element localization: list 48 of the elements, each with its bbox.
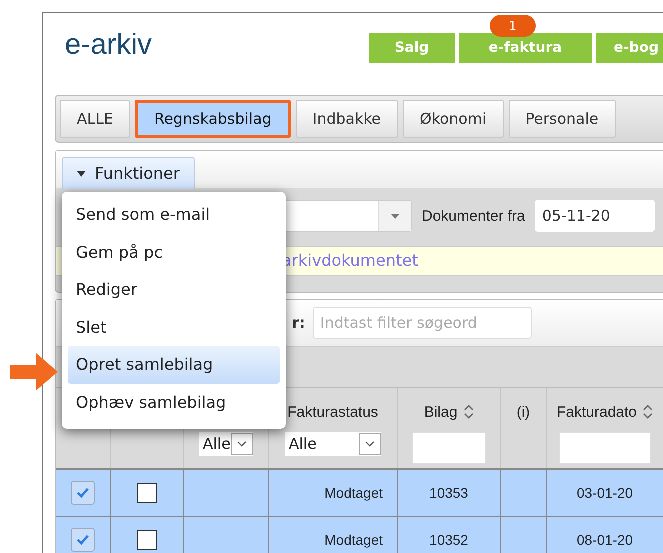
table-cell: 10353	[430, 485, 468, 501]
pointer-arrow	[10, 353, 58, 391]
column-filter-field[interactable]	[559, 432, 651, 464]
menu-item[interactable]: Ophæv samlebilag	[68, 384, 280, 421]
menu-item[interactable]: Gem på pc	[68, 234, 280, 271]
table-row[interactable]: Modtaget 10352 08-01-20	[56, 517, 663, 553]
dropdown-icon	[390, 214, 400, 218]
functions-button[interactable]: Funktioner	[62, 157, 195, 189]
menu-item[interactable]: Slet	[68, 308, 280, 346]
table-cell: Modtaget	[324, 485, 383, 501]
column-header: Fakturadato	[556, 404, 638, 420]
column-filter-field[interactable]	[412, 432, 486, 464]
checkmark-icon	[76, 534, 90, 546]
sort-icon[interactable]	[643, 405, 654, 419]
menu-item[interactable]: Send som e-mail	[68, 196, 280, 234]
caret-icon	[77, 170, 86, 176]
table-cell: 08-01-20	[576, 532, 634, 548]
count-badge: 1	[490, 15, 536, 37]
menu-item[interactable]: Rediger	[68, 271, 280, 308]
column-header: Fakturastatus	[288, 404, 378, 420]
column-header: Bilag	[424, 404, 458, 420]
info-text: arkivdokumentet	[282, 251, 418, 270]
checkbox[interactable]	[137, 530, 157, 550]
date-label: Dokumenter fra	[422, 208, 526, 224]
column-filter-select[interactable]: Alle	[285, 432, 381, 456]
menu-item[interactable]: Opret samlebilag	[68, 346, 280, 384]
table-row[interactable]: Modtaget 10353 03-01-20	[56, 470, 663, 517]
tab[interactable]: ALLE	[60, 100, 130, 138]
filter-field[interactable]: Indtast filter søgeord	[313, 307, 532, 339]
tab[interactable]: Personale	[508, 100, 616, 138]
column-header: (i)	[516, 404, 530, 420]
tab[interactable]: Regnskabsbilag	[135, 100, 291, 138]
filter-label: r:	[292, 314, 306, 332]
column-filter-select[interactable]: Alle	[199, 432, 253, 456]
app-title: e-arkiv	[65, 29, 152, 61]
table-cell: 10352	[430, 532, 468, 548]
checkbox[interactable]	[137, 483, 157, 503]
tab[interactable]: Økonomi	[403, 100, 504, 138]
chevron-down-icon	[237, 441, 247, 447]
table-cell: 03-01-20	[576, 485, 634, 501]
chevron-down-icon	[365, 441, 375, 447]
tab[interactable]: Indbakke	[296, 100, 398, 138]
checkmark-icon	[76, 487, 90, 499]
sort-icon[interactable]	[464, 405, 474, 419]
row-checkbox[interactable]	[71, 481, 95, 505]
row-checkbox[interactable]	[71, 528, 95, 552]
table-cell: Modtaget	[324, 532, 383, 548]
date-field[interactable]: 05-11-20	[535, 200, 656, 232]
